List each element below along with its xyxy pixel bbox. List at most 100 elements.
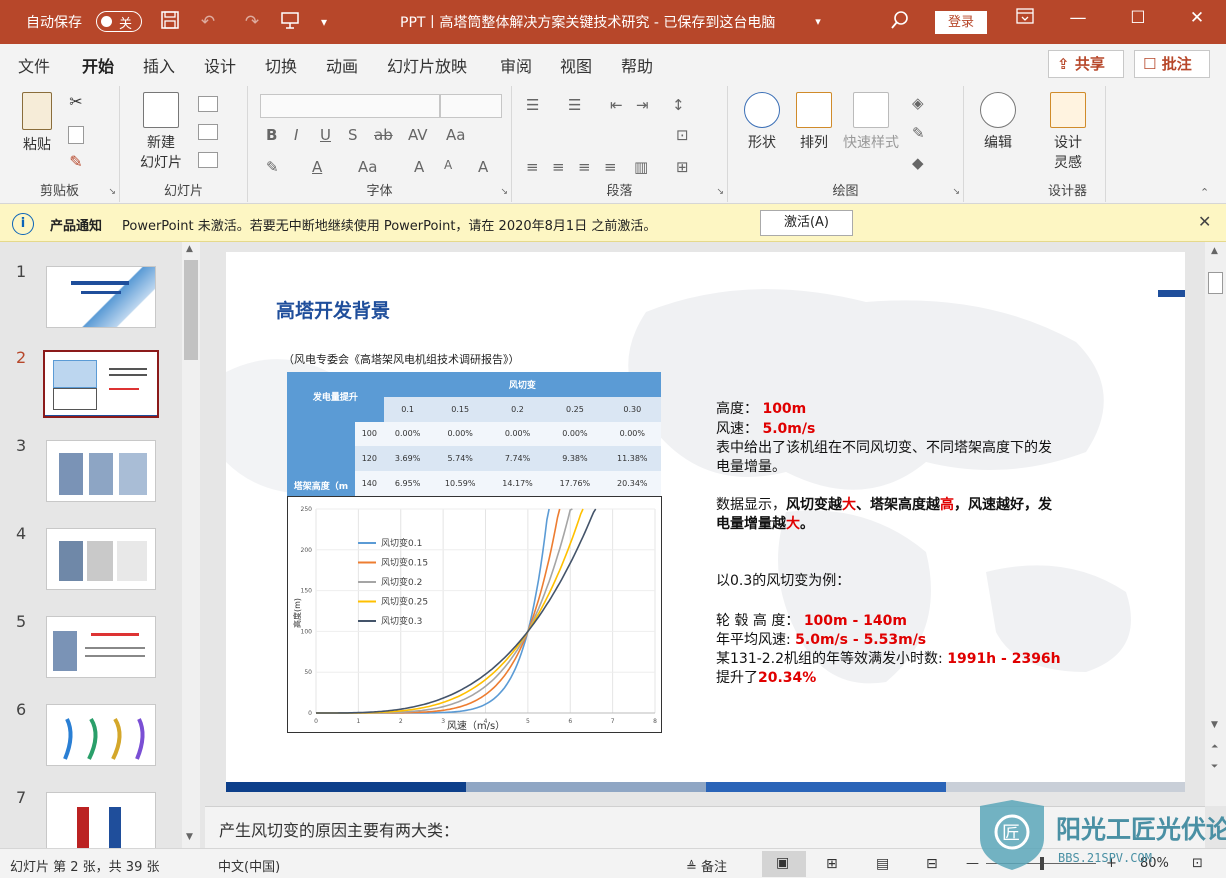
tab-transitions[interactable]: 切换 xyxy=(265,53,297,77)
full-load-hours-line[interactable]: 某131-2.2机组的年等效满发小时数: 1991h - 2396h xyxy=(716,650,1061,669)
numbering-icon[interactable]: ☰ xyxy=(568,96,581,114)
reset-icon[interactable] xyxy=(198,124,218,140)
autosave-toggle[interactable]: 关 xyxy=(96,11,142,32)
thumbnail-slide-2[interactable] xyxy=(43,350,159,418)
thumbnail-slide-7[interactable] xyxy=(46,792,156,848)
normal-view-button[interactable]: ▣ xyxy=(762,851,806,877)
font-launcher-icon[interactable]: ↘ xyxy=(500,187,508,197)
tab-home[interactable]: 开始 xyxy=(82,53,115,85)
desc-conclusion-line-1[interactable]: 数据显示，风切变越大、塔架高度越高，风速越好，发 xyxy=(716,496,1052,515)
paste-button[interactable]: 粘贴 xyxy=(14,92,60,154)
next-slide-icon[interactable]: ⏷ xyxy=(1211,762,1218,772)
cut-icon[interactable]: ✂ xyxy=(66,92,86,111)
font-color-icon[interactable]: A xyxy=(312,158,322,176)
comment-button[interactable]: ☐ 批注 xyxy=(1134,50,1210,78)
bullets-icon[interactable]: ☰ xyxy=(526,96,539,114)
quick-styles-button[interactable]: 快速样式 xyxy=(840,92,902,152)
customize-qat-icon[interactable]: ▾ xyxy=(312,10,336,34)
wind-profile-chart[interactable]: 0 1 2 3 4 5 6 7 8 0 50 100 150 200 250 风切变0.1 风切变0.15 风切变… xyxy=(287,496,662,733)
scroll-up-icon[interactable]: ▲ xyxy=(1211,246,1218,256)
thumbnail-scrollbar[interactable]: ▲ ▼ xyxy=(182,242,200,848)
table-source[interactable]: （风电专委会《高塔架风电机组技术调研报告》） xyxy=(283,351,520,367)
underline-icon[interactable]: U xyxy=(320,126,331,144)
activate-button[interactable]: 激活(A) xyxy=(760,210,853,236)
avg-speed-line[interactable]: 年平均风速: 5.0m/s - 5.53m/s xyxy=(716,631,926,650)
undo-icon[interactable]: ↶ xyxy=(196,10,220,34)
redo-icon[interactable]: ↷ xyxy=(240,10,264,34)
format-painter-icon[interactable]: ✎ xyxy=(66,152,86,171)
design-ideas-button[interactable]: 设计 灵感 xyxy=(1044,92,1092,172)
arrange-button[interactable]: 排列 xyxy=(794,92,834,152)
highlight-icon[interactable]: ✎ xyxy=(266,158,279,176)
scrollbar-thumb[interactable] xyxy=(1208,272,1223,294)
drawing-launcher-icon[interactable]: ↘ xyxy=(952,187,960,197)
tab-animations[interactable]: 动画 xyxy=(326,53,358,77)
copy-icon[interactable] xyxy=(68,126,84,144)
search-icon[interactable] xyxy=(888,10,912,34)
layout-icon[interactable] xyxy=(198,96,218,112)
save-icon[interactable] xyxy=(158,10,182,34)
decrease-indent-icon[interactable]: ⇤ xyxy=(610,96,623,114)
tab-slideshow[interactable]: 幻灯片放映 xyxy=(387,53,467,77)
tab-review[interactable]: 审阅 xyxy=(500,53,532,77)
scroll-down-icon[interactable]: ▼ xyxy=(186,832,193,842)
notice-close-icon[interactable]: ✕ xyxy=(1198,212,1211,231)
language-indicator[interactable]: 中文(中国) xyxy=(218,856,280,875)
shape-outline-icon[interactable]: ✎ xyxy=(912,124,925,142)
collapse-ribbon-icon[interactable]: ⌃ xyxy=(1200,186,1209,199)
font-size-dropdown[interactable] xyxy=(440,94,502,118)
reading-view-icon[interactable]: ▤ xyxy=(876,856,889,872)
font-size-toggle-icon[interactable]: Aa xyxy=(358,158,377,176)
desc-line[interactable]: 表中给出了该机组在不同风切变、不同塔架高度下的发 xyxy=(716,439,1052,458)
previous-slide-icon[interactable]: ⏶ xyxy=(1211,742,1218,752)
slide-title[interactable]: 高塔开发背景 xyxy=(276,296,390,323)
document-title[interactable]: PPT丨高塔筒整体解决方案关键技术研究 - 已保存到这台电脑 xyxy=(400,12,775,32)
font-name-dropdown[interactable] xyxy=(260,94,440,118)
italic-icon[interactable]: I xyxy=(294,126,298,144)
shrink-font-icon[interactable]: A xyxy=(444,158,452,172)
slide-canvas[interactable]: 高塔开发背景 （风电专委会《高塔架风电机组技术调研报告》） 发电量提升 风切变 … xyxy=(226,252,1185,792)
desc-speed-line[interactable]: 风速： 5.0m/s xyxy=(716,420,815,439)
login-button[interactable]: 登录 xyxy=(935,11,987,34)
section-icon[interactable] xyxy=(198,152,218,168)
new-slide-button[interactable]: 新建 幻灯片 xyxy=(130,92,192,172)
align-left-icon[interactable]: ≡ xyxy=(526,158,539,176)
slideshow-icon[interactable]: ⊟ xyxy=(926,856,938,872)
align-text-icon[interactable]: ⊡ xyxy=(676,126,689,144)
strikethrough-icon[interactable]: ab xyxy=(374,126,393,144)
increase-line[interactable]: 提升了20.34% xyxy=(716,669,816,688)
slide-sorter-icon[interactable]: ⊞ xyxy=(826,856,838,872)
editor-scrollbar[interactable]: ▲ ▼ ⏶ ⏷ xyxy=(1205,242,1226,806)
thumbnail-slide-1[interactable] xyxy=(46,266,156,328)
shape-fill-icon[interactable]: ◈ xyxy=(912,94,924,112)
smartart-icon[interactable]: ⊞ xyxy=(676,158,689,176)
present-icon[interactable] xyxy=(278,10,302,34)
increase-indent-icon[interactable]: ⇥ xyxy=(636,96,649,114)
bold-icon[interactable]: B xyxy=(266,126,277,144)
shadow-icon[interactable]: S xyxy=(348,126,358,144)
ribbon-display-icon[interactable] xyxy=(1010,8,1040,29)
tab-file[interactable]: 文件 xyxy=(18,53,50,77)
thumbnail-slide-5[interactable] xyxy=(46,616,156,678)
align-right-icon[interactable]: ≡ xyxy=(578,158,591,176)
tab-insert[interactable]: 插入 xyxy=(143,53,175,77)
thumbnail-slide-6[interactable] xyxy=(46,704,156,766)
desc-height-line[interactable]: 高度： 100m xyxy=(716,400,806,419)
clipboard-launcher-icon[interactable]: ↘ xyxy=(108,187,116,197)
edit-button[interactable]: 编辑 xyxy=(978,92,1018,152)
text-direction-icon[interactable]: ↕ xyxy=(672,96,685,114)
notes-toggle[interactable]: ≜ 备注 xyxy=(686,856,727,875)
hub-height-line[interactable]: 轮 毂 高 度： 100m - 140m xyxy=(716,612,907,631)
justify-icon[interactable]: ≡ xyxy=(604,158,617,176)
scrollbar-thumb[interactable] xyxy=(184,260,198,360)
minimize-icon[interactable]: — xyxy=(1063,8,1093,28)
tab-help[interactable]: 帮助 xyxy=(621,53,653,77)
clear-format-icon[interactable]: A xyxy=(478,158,488,176)
maximize-icon[interactable]: ☐ xyxy=(1123,8,1153,28)
title-chevron-down-icon[interactable]: ▾ xyxy=(806,10,830,34)
desc-line[interactable]: 电量增量。 xyxy=(716,458,786,477)
shape-effects-icon[interactable]: ◆ xyxy=(912,154,924,172)
columns-icon[interactable]: ▥ xyxy=(634,158,648,176)
char-spacing-icon[interactable]: AV xyxy=(408,126,428,144)
align-center-icon[interactable]: ≡ xyxy=(552,158,565,176)
